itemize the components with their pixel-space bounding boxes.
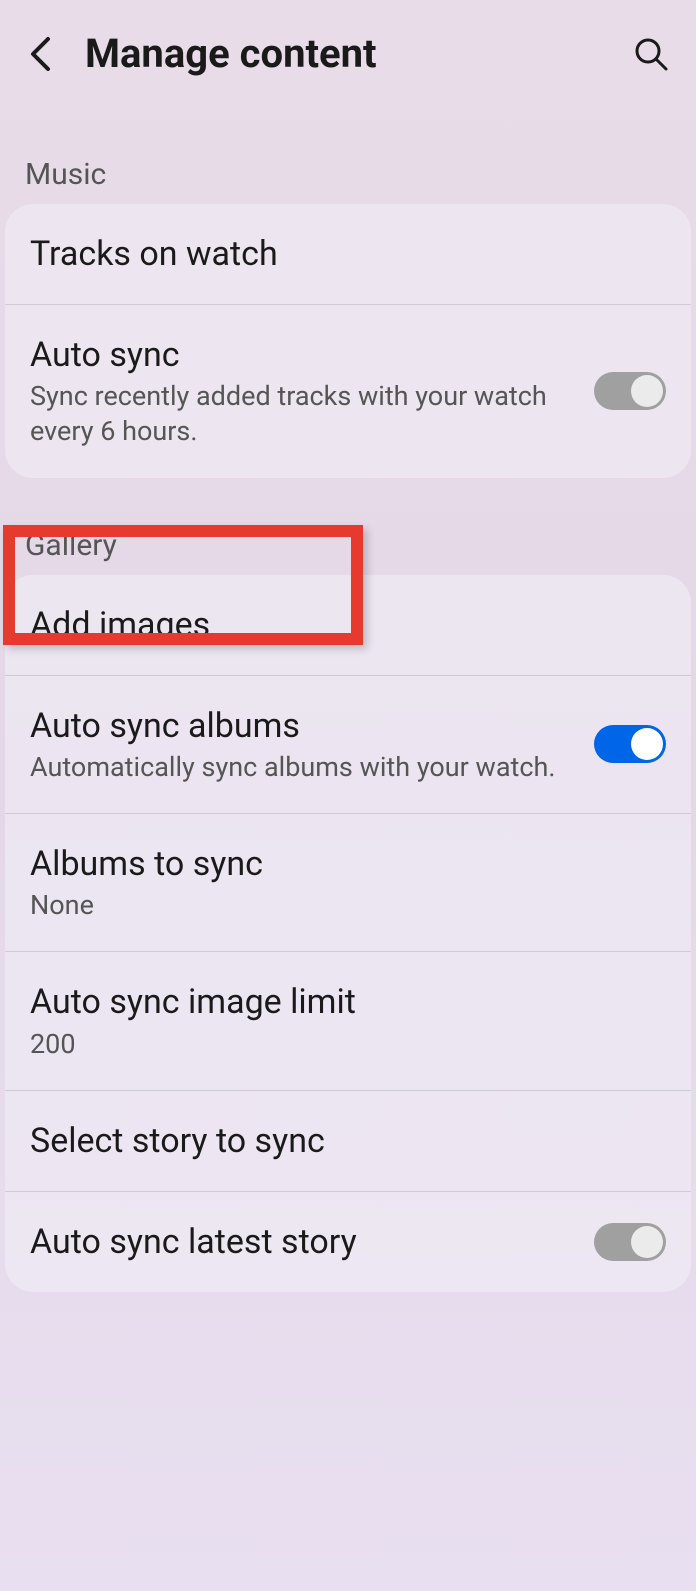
auto-sync-music-toggle[interactable] xyxy=(594,372,666,410)
music-list-group: Tracks on watch Auto sync Sync recently … xyxy=(5,204,691,478)
auto-sync-image-limit-title: Auto sync image limit xyxy=(30,980,666,1024)
gallery-list-group: Add images Auto sync albums Automaticall… xyxy=(5,575,691,1292)
search-button[interactable] xyxy=(631,34,671,74)
music-section-header: Music xyxy=(0,107,696,204)
albums-to-sync-item[interactable]: Albums to sync None xyxy=(5,814,691,952)
auto-sync-latest-story-toggle[interactable] xyxy=(594,1223,666,1261)
auto-sync-image-limit-item[interactable]: Auto sync image limit 200 xyxy=(5,952,691,1090)
auto-sync-albums-title: Auto sync albums xyxy=(30,704,574,748)
albums-to-sync-value: None xyxy=(30,888,666,923)
albums-to-sync-title: Albums to sync xyxy=(30,842,666,886)
select-story-title: Select story to sync xyxy=(30,1119,666,1163)
chevron-left-icon xyxy=(28,36,52,72)
auto-sync-albums-toggle[interactable] xyxy=(594,725,666,763)
auto-sync-music-subtitle: Sync recently added tracks with your wat… xyxy=(30,379,574,449)
select-story-item[interactable]: Select story to sync xyxy=(5,1091,691,1192)
auto-sync-music-title: Auto sync xyxy=(30,333,574,377)
header: Manage content xyxy=(0,0,696,107)
back-button[interactable] xyxy=(20,34,60,74)
auto-sync-music-item[interactable]: Auto sync Sync recently added tracks wit… xyxy=(5,305,691,477)
highlight-annotation xyxy=(3,525,363,645)
auto-sync-albums-item[interactable]: Auto sync albums Automatically sync albu… xyxy=(5,676,691,814)
auto-sync-image-limit-value: 200 xyxy=(30,1027,666,1062)
auto-sync-albums-subtitle: Automatically sync albums with your watc… xyxy=(30,750,574,785)
search-icon xyxy=(633,36,669,72)
tracks-on-watch-title: Tracks on watch xyxy=(30,232,666,276)
page-title: Manage content xyxy=(85,30,631,77)
auto-sync-latest-story-title: Auto sync latest story xyxy=(30,1220,574,1264)
tracks-on-watch-item[interactable]: Tracks on watch xyxy=(5,204,691,305)
auto-sync-latest-story-item[interactable]: Auto sync latest story xyxy=(5,1192,691,1292)
